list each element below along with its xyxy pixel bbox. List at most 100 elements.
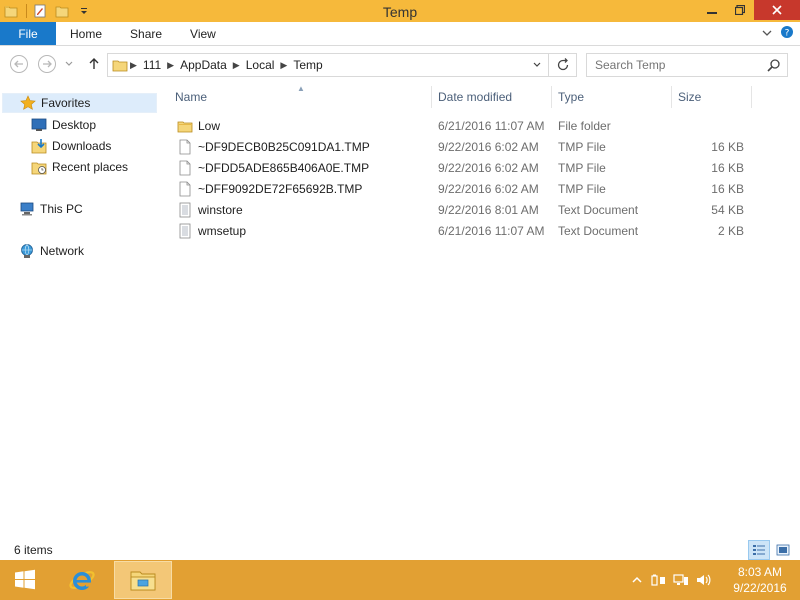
breadcrumb-appdata[interactable]: AppData	[176, 58, 231, 72]
expand-ribbon-icon[interactable]	[762, 27, 772, 41]
file-name-cell: ~DF9DECB0B25C091DA1.TMP	[177, 136, 370, 157]
star-icon	[19, 95, 37, 111]
tab-file[interactable]: File	[0, 22, 56, 45]
search-box[interactable]	[586, 53, 788, 77]
nav-item-label: Recent places	[52, 160, 129, 174]
file-name-cell: Low	[177, 115, 220, 136]
file-date: 9/22/2016 6:02 AM	[438, 139, 539, 154]
recent-places-icon	[30, 159, 48, 175]
forward-button[interactable]	[36, 53, 58, 75]
tab-view[interactable]: View	[176, 22, 230, 45]
file-name: winstore	[198, 202, 243, 217]
restore-button[interactable]	[726, 0, 754, 20]
nav-item-downloads[interactable]: Downloads	[30, 136, 111, 156]
details-view-button[interactable]	[748, 540, 770, 560]
file-size	[678, 115, 744, 136]
help-icon[interactable]: ?	[780, 25, 794, 42]
file-explorer-icon	[130, 571, 156, 591]
large-icons-view-button[interactable]	[772, 540, 794, 560]
breadcrumb-temp[interactable]: Temp	[289, 58, 326, 72]
file-size: 2 KB	[717, 223, 744, 238]
tab-home[interactable]: Home	[56, 22, 116, 45]
nav-item-desktop[interactable]: Desktop	[30, 115, 96, 135]
downloads-icon	[30, 138, 48, 154]
title-bar[interactable]: Temp	[0, 0, 800, 22]
network-tray-icon[interactable]	[670, 570, 692, 590]
file-name-cell: wmsetup	[177, 220, 246, 241]
file-name: ~DF9DECB0B25C091DA1.TMP	[198, 139, 370, 154]
nav-item-network[interactable]: Network	[18, 241, 84, 261]
properties-icon[interactable]	[31, 2, 49, 20]
file-row-tmp-1[interactable]: ~DF9DECB0B25C091DA1.TMP 9/22/2016 6:02 A…	[167, 136, 800, 157]
nav-item-recent-places[interactable]: Recent places	[30, 157, 128, 177]
file-date: 9/22/2016 6:02 AM	[438, 160, 539, 175]
internet-explorer-icon	[69, 571, 95, 590]
column-header-size[interactable]: Size	[670, 86, 750, 108]
tab-share[interactable]: Share	[116, 22, 176, 45]
file-name-cell: ~DFF9092DE72F65692B.TMP	[177, 178, 362, 199]
nav-item-this-pc[interactable]: This PC	[18, 199, 83, 219]
file-row-low[interactable]: Low 6/21/2016 11:07 AM File folder	[167, 115, 800, 136]
nav-item-label: Downloads	[52, 139, 112, 153]
folder-app-icon[interactable]	[2, 2, 20, 20]
breadcrumb-separator[interactable]: ▶	[231, 60, 242, 71]
breadcrumb-separator[interactable]: ▶	[278, 60, 289, 71]
nav-item-favorites[interactable]: Favorites	[2, 93, 157, 113]
file-row-wmsetup[interactable]: wmsetup 6/21/2016 11:07 AM Text Document…	[167, 220, 800, 241]
back-button[interactable]	[8, 53, 30, 75]
search-input[interactable]	[587, 58, 757, 72]
text-file-icon	[177, 202, 193, 218]
text-file-icon	[177, 223, 193, 239]
nav-item-label: Network	[40, 244, 85, 258]
refresh-icon	[557, 58, 568, 71]
start-button[interactable]	[0, 560, 50, 600]
file-row-tmp-2[interactable]: ~DFDD5ADE865B406A0E.TMP 9/22/2016 6:02 A…	[167, 157, 800, 178]
chevron-down-icon	[65, 61, 73, 66]
recent-locations-button[interactable]	[62, 53, 76, 75]
file-row-winstore[interactable]: winstore 9/22/2016 8:01 AM Text Document…	[167, 199, 800, 220]
breadcrumb-separator[interactable]: ▶	[165, 60, 176, 71]
breadcrumb-111[interactable]: 111	[139, 58, 165, 72]
back-arrow-icon	[10, 55, 28, 73]
qat-dropdown-icon[interactable]	[75, 2, 93, 20]
minimize-icon	[707, 12, 717, 14]
file-explorer-taskbar-button[interactable]	[114, 561, 172, 599]
window-controls	[698, 0, 800, 20]
internet-explorer-button[interactable]	[58, 560, 106, 600]
breadcrumb-local[interactable]: Local	[242, 58, 279, 72]
clock[interactable]: 8:03 AM 9/22/2016	[720, 564, 800, 596]
column-header-type[interactable]: Type	[550, 86, 670, 108]
nav-item-label: Favorites	[41, 96, 91, 110]
chevron-up-icon	[632, 576, 642, 583]
file-date: 6/21/2016 11:07 AM	[438, 118, 545, 133]
file-name: ~DFF9092DE72F65692B.TMP	[198, 181, 363, 196]
volume-icon[interactable]	[692, 570, 714, 590]
nav-item-label: Desktop	[52, 118, 97, 132]
file-size: 54 KB	[711, 202, 744, 217]
up-button[interactable]	[83, 53, 105, 75]
file-type: TMP File	[558, 181, 606, 196]
file-row-tmp-3[interactable]: ~DFF9092DE72F65692B.TMP 9/22/2016 6:02 A…	[167, 178, 800, 199]
close-icon	[772, 5, 782, 15]
breadcrumb-separator[interactable]: ▶	[128, 60, 139, 71]
forward-arrow-icon	[38, 55, 56, 73]
blank-file-icon	[177, 139, 193, 155]
refresh-button[interactable]	[548, 54, 576, 76]
close-button[interactable]	[754, 0, 800, 20]
column-header-date-modified[interactable]: Date modified	[430, 86, 550, 108]
file-name: Low	[198, 118, 221, 133]
address-bar[interactable]: ▶ 111 ▶ AppData ▶ Local ▶ Temp	[107, 53, 577, 77]
column-divider[interactable]	[751, 86, 752, 108]
column-header-name[interactable]: Name ▲	[167, 84, 431, 108]
minimize-button[interactable]	[698, 0, 726, 20]
clock-time: 8:03 AM	[737, 565, 783, 579]
new-folder-icon[interactable]	[53, 2, 71, 20]
address-dropdown-button[interactable]	[526, 54, 548, 76]
windows-logo-icon	[15, 569, 35, 590]
power-icon[interactable]	[648, 570, 670, 590]
system-tray: 8:03 AM 9/22/2016	[626, 560, 800, 600]
show-hidden-icons-button[interactable]	[626, 570, 648, 590]
svg-text:?: ?	[785, 29, 790, 39]
chevron-down-icon	[533, 62, 541, 67]
search-icon[interactable]	[767, 58, 781, 75]
